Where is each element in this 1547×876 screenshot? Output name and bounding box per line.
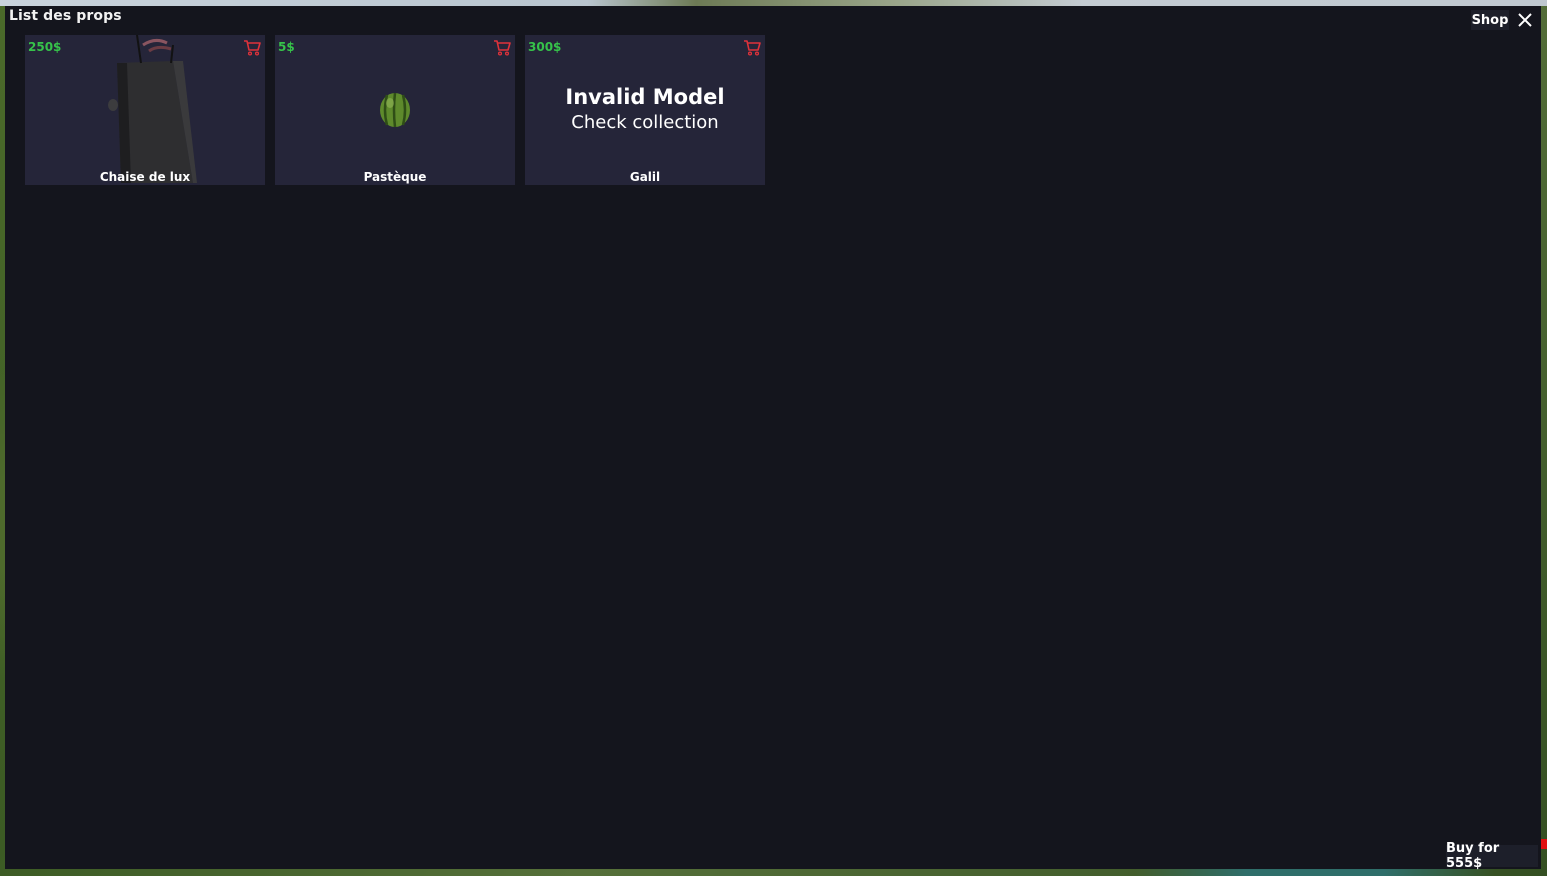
price-label: 300$ xyxy=(528,40,562,54)
add-to-cart-button[interactable] xyxy=(742,38,762,56)
item-name: Pastèque xyxy=(363,170,427,184)
close-button[interactable] xyxy=(1513,9,1537,31)
cart-icon xyxy=(494,39,511,56)
invalid-model-title: Invalid Model xyxy=(565,85,725,109)
shop-button[interactable]: Shop xyxy=(1471,10,1509,30)
item-name: Chaise de lux xyxy=(99,170,191,184)
cart-icon xyxy=(244,39,261,56)
window-title: List des props xyxy=(9,8,122,24)
cart-icon xyxy=(744,39,761,56)
close-icon xyxy=(1518,13,1532,27)
item-name: Galil xyxy=(629,170,661,184)
add-to-cart-button[interactable] xyxy=(242,38,262,56)
props-shop-window: List des props Shop 250$ Chaise de lux 5… xyxy=(5,6,1541,871)
prop-card[interactable]: 5$ Pastèque xyxy=(275,35,515,185)
prop-card[interactable]: Invalid Model Check collection 300$ Gali… xyxy=(525,35,765,185)
props-grid: 250$ Chaise de lux 5$ Pastèque Invalid M… xyxy=(25,35,765,185)
prop-card[interactable]: 250$ Chaise de lux xyxy=(25,35,265,185)
red-marker xyxy=(1541,839,1547,849)
chair-image xyxy=(108,35,197,183)
invalid-model-notice: Invalid Model Check collection xyxy=(525,83,765,135)
watermelon-image xyxy=(380,92,410,128)
buy-button[interactable]: Buy for 555$ xyxy=(1446,841,1538,871)
price-label: 5$ xyxy=(278,40,295,54)
price-label: 250$ xyxy=(28,40,62,54)
invalid-model-subtitle: Check collection xyxy=(571,112,719,133)
add-to-cart-button[interactable] xyxy=(492,38,512,56)
